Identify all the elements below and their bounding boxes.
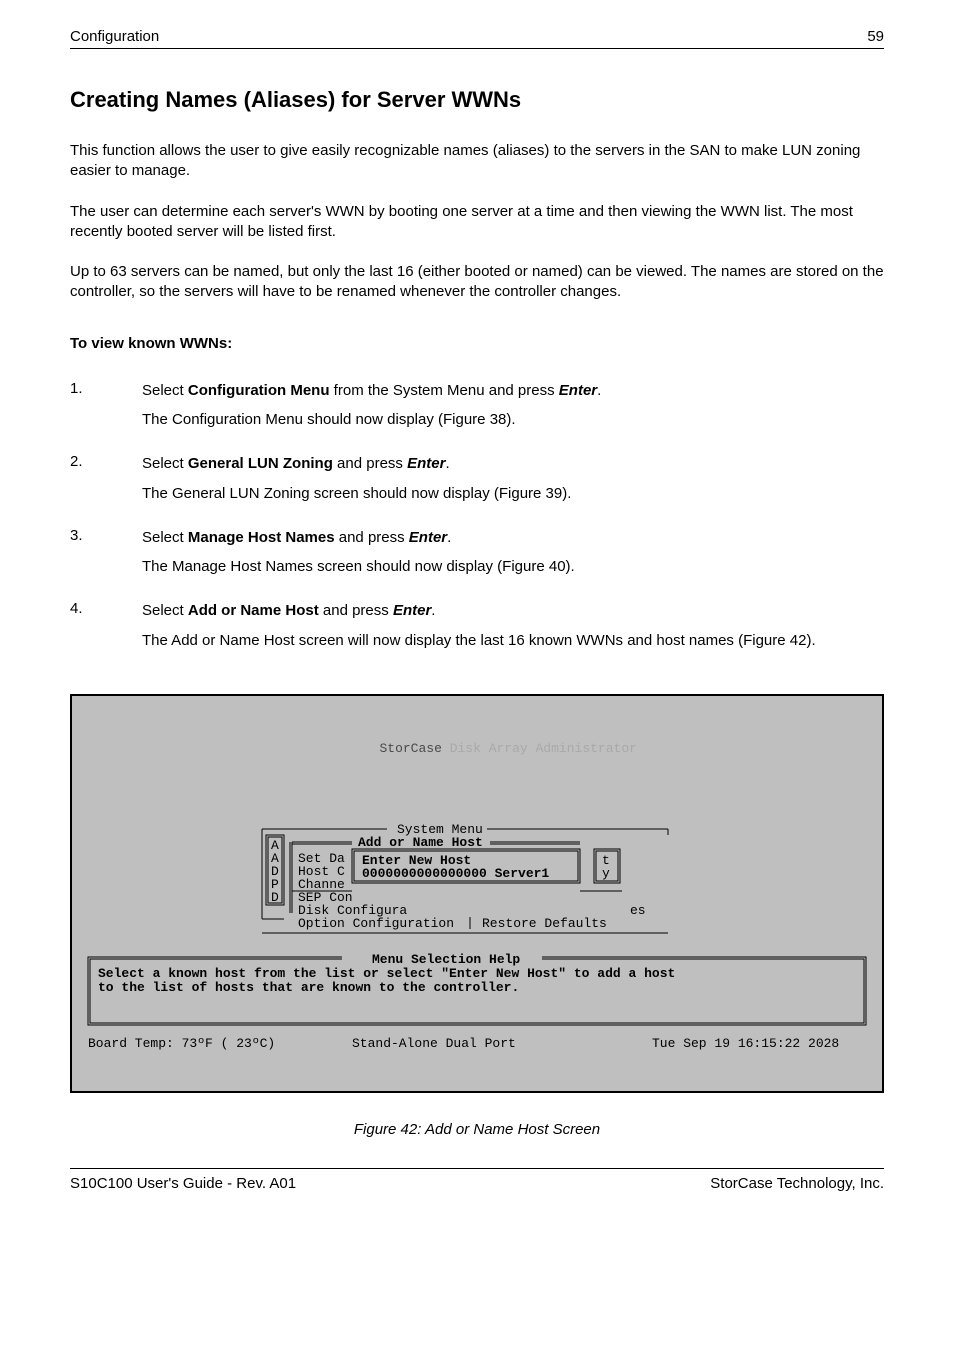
- terminal-title-light: Disk Array Administrator: [442, 741, 637, 756]
- step-bold: General LUN Zoning: [188, 455, 333, 472]
- footer-left: S10C100 User's Guide - Rev. A01: [70, 1175, 296, 1192]
- step-key: Enter: [407, 455, 445, 472]
- step-key: Enter: [393, 602, 431, 619]
- step-number: 1.: [70, 380, 142, 440]
- step-number: 2.: [70, 453, 142, 513]
- header-rule: [70, 48, 884, 49]
- svg-text:Option Configuration: Option Configuration: [298, 916, 454, 931]
- step-text: .: [597, 382, 601, 399]
- help-text-line1: Select a known host from the list or sel…: [98, 966, 675, 981]
- step-note: The General LUN Zoning screen should now…: [142, 483, 884, 505]
- help-text-line2: to the list of hosts that are known to t…: [98, 980, 519, 995]
- status-clock: Tue Sep 19 16:15:22 2028: [652, 1036, 839, 1051]
- svg-text:es: es: [630, 903, 646, 918]
- status-temp: Board Temp: 73ºF ( 23ºC): [88, 1036, 275, 1051]
- paragraph-1: This function allows the user to give ea…: [70, 141, 884, 182]
- step-text: and press: [319, 602, 393, 619]
- step-text: .: [447, 529, 451, 546]
- step-bold: Configuration Menu: [188, 382, 330, 399]
- step-text: Select: [142, 602, 188, 619]
- header-left: Configuration: [70, 28, 159, 45]
- wwn-entry: 0000000000000000 Server1: [362, 866, 549, 881]
- step-text: .: [445, 455, 449, 472]
- steps-list: 1. Select Configuration Menu from the Sy…: [70, 380, 884, 660]
- subsection-heading: To view known WWNs:: [70, 335, 884, 352]
- terminal-body: .mono { font-family: "Courier New", mono…: [82, 815, 872, 1060]
- step-note: The Manage Host Names screen should now …: [142, 556, 884, 578]
- step-3: 3. Select Manage Host Names and press En…: [70, 527, 884, 587]
- header-page-number: 59: [867, 28, 884, 45]
- terminal-title-dark: StorCase: [379, 741, 441, 756]
- figure-42: StorCase Disk Array Administrator .mono …: [70, 694, 884, 1138]
- footer-rule: [70, 1168, 884, 1169]
- step-text: Select: [142, 529, 188, 546]
- step-text: from the System Menu and press: [330, 382, 559, 399]
- step-text: and press: [335, 529, 409, 546]
- paragraph-2: The user can determine each server's WWN…: [70, 202, 884, 243]
- step-text: and press: [333, 455, 407, 472]
- step-note: The Add or Name Host screen will now dis…: [142, 630, 884, 652]
- section-title: Creating Names (Aliases) for Server WWNs: [70, 87, 884, 113]
- menu-selection-help-label: Menu Selection Help: [372, 952, 520, 967]
- step-4: 4. Select Add or Name Host and press Ent…: [70, 600, 884, 660]
- restore-defaults-option: Restore Defaults: [482, 916, 607, 931]
- figure-caption: Figure 42: Add or Name Host Screen: [70, 1121, 884, 1138]
- svg-text:D: D: [271, 890, 279, 905]
- step-text: Select: [142, 382, 188, 399]
- step-note: The Configuration Menu should now displa…: [142, 409, 884, 431]
- status-mode: Stand-Alone Dual Port: [352, 1036, 516, 1051]
- footer-right: StorCase Technology, Inc.: [710, 1175, 884, 1192]
- add-or-name-host-label: Add or Name Host: [358, 835, 483, 850]
- step-text: Select: [142, 455, 188, 472]
- step-key: Enter: [409, 529, 447, 546]
- step-number: 4.: [70, 600, 142, 660]
- step-key: Enter: [559, 382, 597, 399]
- step-bold: Manage Host Names: [188, 529, 335, 546]
- terminal-screenshot: StorCase Disk Array Administrator .mono …: [70, 694, 884, 1093]
- step-bold: Add or Name Host: [188, 602, 319, 619]
- svg-text:y: y: [602, 866, 610, 881]
- step-number: 3.: [70, 527, 142, 587]
- step-1: 1. Select Configuration Menu from the Sy…: [70, 380, 884, 440]
- paragraph-3: Up to 63 servers can be named, but only …: [70, 262, 884, 303]
- step-text: .: [431, 602, 435, 619]
- step-2: 2. Select General LUN Zoning and press E…: [70, 453, 884, 513]
